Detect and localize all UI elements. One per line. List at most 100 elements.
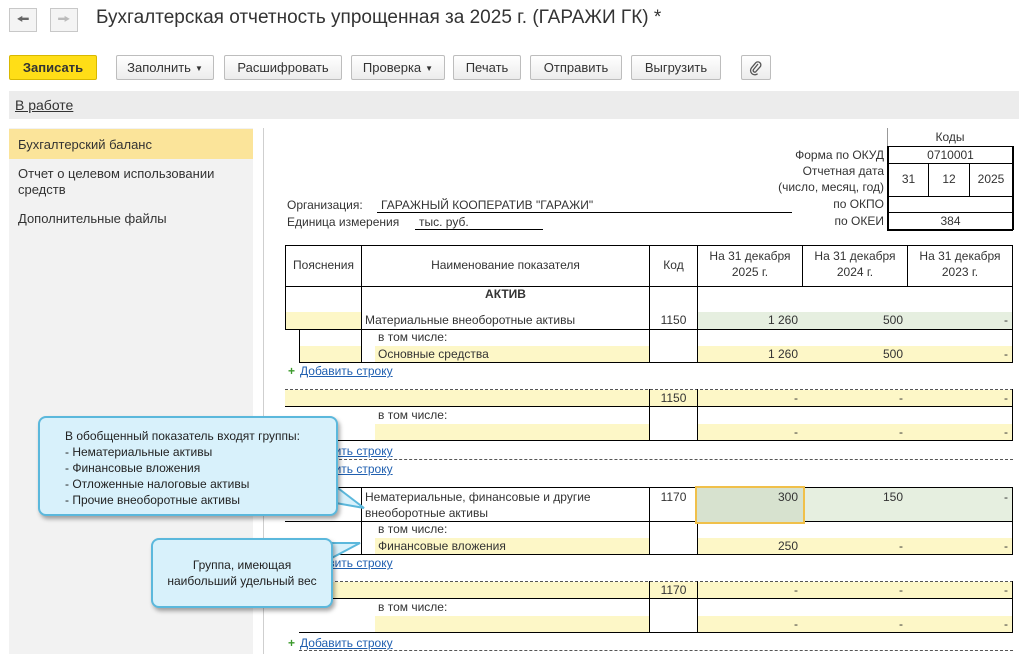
value-2024[interactable]: - xyxy=(803,583,903,597)
back-button[interactable]: 🠘 xyxy=(9,8,37,32)
explanation-cell[interactable] xyxy=(299,346,361,363)
value-2023[interactable]: - xyxy=(908,391,1008,405)
subvalue-2025[interactable]: - xyxy=(698,425,798,439)
arrow-left-icon: 🠘 xyxy=(16,11,30,28)
org-value[interactable]: ГАРАЖНЫЙ КООПЕРАТИВ "ГАРАЖИ" xyxy=(381,198,593,212)
row-name-line-2: внеоборотные активы xyxy=(365,506,488,520)
callout-line: наибольший удельный вес xyxy=(167,574,317,588)
attach-button[interactable] xyxy=(741,55,771,80)
plus-icon: + xyxy=(288,364,296,378)
date-month[interactable]: 12 xyxy=(929,172,969,186)
including-label: в том числе: xyxy=(378,600,448,614)
codes-header: Коды xyxy=(935,130,965,144)
callout-line: - Отложенные налоговые активы xyxy=(65,477,250,491)
decode-button[interactable]: Расшифровать xyxy=(224,55,342,80)
subvalue-2024[interactable]: - xyxy=(803,539,903,553)
value-2023: - xyxy=(1004,490,1008,504)
callout-line: В обобщенный показатель входят группы: xyxy=(65,429,300,443)
print-button[interactable]: Печать xyxy=(453,55,521,80)
row-code: 1170 xyxy=(660,490,687,504)
section-title: АКТИВ xyxy=(485,287,526,301)
including-label: в том числе: xyxy=(378,330,448,344)
row-name: Материальные внеоборотные активы xyxy=(365,313,576,327)
status-link[interactable]: В работе xyxy=(15,97,73,113)
value-2023[interactable]: - xyxy=(908,583,1008,597)
subvalue-2023[interactable]: - xyxy=(908,539,1008,553)
send-button[interactable]: Отправить xyxy=(530,55,622,80)
callout-line: - Финансовые вложения xyxy=(65,461,201,475)
sidebar-item-balance[interactable]: Бухгалтерский баланс xyxy=(9,129,253,159)
subvalue-2025[interactable]: 1 260 xyxy=(698,347,798,361)
column-header-2025-year: 2025 г. xyxy=(731,265,769,279)
okei-value: 384 xyxy=(940,214,961,228)
subvalue-2023[interactable]: - xyxy=(908,347,1008,361)
check-button[interactable]: Проверка ▼ xyxy=(351,55,445,80)
unit-label: Единица измерения xyxy=(287,215,400,229)
callout-line: - Прочие внеоборотные активы xyxy=(65,493,240,507)
okpo-label: по ОКПО xyxy=(833,197,884,211)
subvalue-2023[interactable]: - xyxy=(908,617,1008,631)
value-2025[interactable]: - xyxy=(698,391,798,405)
subrow-name[interactable]: Основные средства xyxy=(378,347,489,361)
fill-button-label: Заполнить xyxy=(127,60,191,75)
subvalue-2025[interactable]: - xyxy=(698,617,798,631)
subvalue-2024[interactable]: 500 xyxy=(803,347,903,361)
org-label: Организация: xyxy=(287,198,363,212)
arrow-right-icon: 🠚 xyxy=(57,11,71,28)
column-header-2024: На 31 декабря xyxy=(814,249,896,263)
date-year[interactable]: 2025 xyxy=(970,172,1012,186)
okud-value: 0710001 xyxy=(927,148,974,162)
okei-label: по ОКЕИ xyxy=(834,214,884,228)
explanation-cell[interactable] xyxy=(285,312,361,329)
value-2023: - xyxy=(1004,313,1008,327)
row-name: Нематериальные, финансовые и другие xyxy=(365,490,591,504)
subvalue-2024[interactable]: - xyxy=(803,617,903,631)
value-2025: 300 xyxy=(777,490,798,504)
add-row-link[interactable]: + Добавить строку xyxy=(288,636,393,650)
save-button[interactable]: Записать xyxy=(9,55,97,80)
hint-callout-groups: В обобщенный показатель входят группы: -… xyxy=(38,416,338,516)
check-button-label: Проверка xyxy=(362,60,422,75)
row-code: 1150 xyxy=(660,391,687,405)
value-2024: 500 xyxy=(882,313,903,327)
paperclip-icon xyxy=(749,61,762,76)
column-header-2025: На 31 декабря xyxy=(709,249,791,263)
chevron-down-icon: ▼ xyxy=(425,64,434,73)
forward-button[interactable]: 🠚 xyxy=(50,8,78,32)
including-label: в том числе: xyxy=(378,522,448,536)
add-row-label: Добавить строку xyxy=(300,364,393,378)
okud-label: Форма по ОКУД xyxy=(795,148,884,162)
value-2025[interactable]: - xyxy=(698,583,798,597)
add-row-link[interactable]: + Добавить строку xyxy=(288,364,393,378)
callout-line: - Нематериальные активы xyxy=(65,445,213,459)
page-title: Бухгалтерская отчетность упрощенная за 2… xyxy=(96,7,662,28)
callout-line: Группа, имеющая xyxy=(192,558,292,572)
date-label-1: Отчетная дата xyxy=(802,164,884,178)
date-day[interactable]: 31 xyxy=(889,172,928,186)
subvalue-2024[interactable]: - xyxy=(803,425,903,439)
subvalue-2023[interactable]: - xyxy=(908,425,1008,439)
chevron-down-icon: ▼ xyxy=(194,64,203,73)
value-2024[interactable]: - xyxy=(803,391,903,405)
subrow-name[interactable]: Финансовые вложения xyxy=(378,539,506,553)
unit-value[interactable]: тыс. руб. xyxy=(419,215,469,229)
sidebar-item-additional-files[interactable]: Дополнительные файлы xyxy=(9,211,253,229)
row-code: 1150 xyxy=(660,313,687,327)
empty-subrow-name-bg[interactable] xyxy=(375,424,649,441)
column-header-explanations: Пояснения xyxy=(293,258,354,272)
column-header-2024-year: 2024 г. xyxy=(836,265,874,279)
value-2024: 150 xyxy=(882,490,903,504)
empty-subrow-name-bg[interactable] xyxy=(375,616,649,633)
export-button[interactable]: Выгрузить xyxy=(631,55,721,80)
sidebar-item-target-use[interactable]: Отчет о целевом использовании средств xyxy=(9,166,253,202)
value-2025: 1 260 xyxy=(767,313,798,327)
hint-callout-largest-group: Группа, имеющая наибольший удельный вес xyxy=(151,538,333,608)
fill-button[interactable]: Заполнить ▼ xyxy=(116,55,214,80)
subvalue-2025[interactable]: 250 xyxy=(698,539,798,553)
date-label-2: (число, месяц, год) xyxy=(778,180,884,194)
status-bar: В работе xyxy=(9,91,1019,119)
column-header-code: Код xyxy=(663,258,684,272)
plus-icon: + xyxy=(288,636,296,650)
add-row-label: Добавить строку xyxy=(300,636,393,650)
column-header-2023: На 31 декабря xyxy=(919,249,1001,263)
